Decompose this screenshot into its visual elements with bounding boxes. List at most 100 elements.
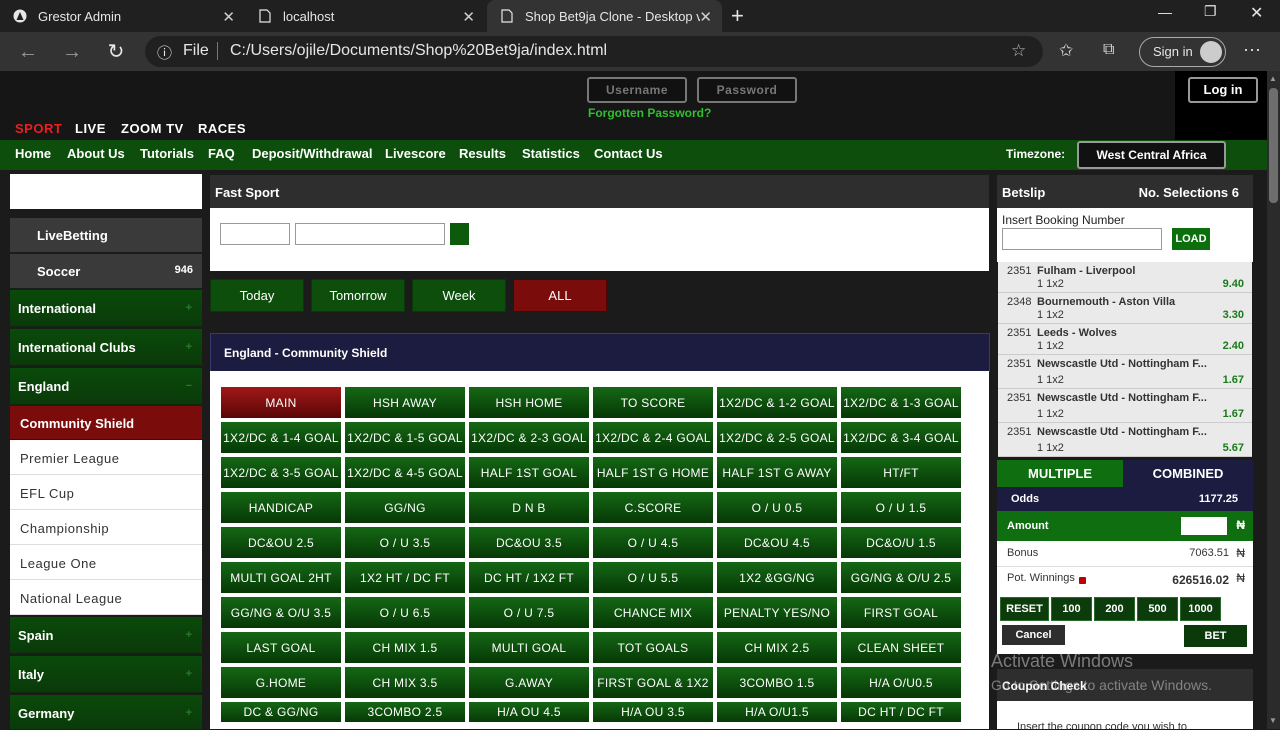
sidebar-league-community-shield[interactable]: Community Shield <box>10 406 202 439</box>
market-button[interactable]: HALF 1ST G AWAY <box>716 456 838 489</box>
info-badge-icon[interactable] <box>1079 577 1086 584</box>
market-button[interactable]: FIRST GOAL <box>840 596 962 629</box>
market-button[interactable]: G.HOME <box>220 666 342 699</box>
sidebar-soccer[interactable]: Soccer 946 <box>10 254 202 288</box>
fast-event-id-input[interactable] <box>220 223 290 245</box>
market-button[interactable]: H/A O/U1.5 <box>716 701 838 723</box>
nav-results[interactable]: Results <box>459 146 506 161</box>
market-button[interactable]: HT/FT <box>840 456 962 489</box>
market-button[interactable]: 3COMBO 1.5 <box>716 666 838 699</box>
market-button[interactable]: 1X2/DC & 2-4 GOAL <box>592 421 714 454</box>
nav-home[interactable]: Home <box>15 146 51 161</box>
timezone-select[interactable]: West Central Africa <box>1077 141 1226 169</box>
amount-input[interactable] <box>1181 517 1227 535</box>
betslip-selection[interactable]: 2351 Newscastle Utd - Nottingham F... 1 1x… <box>998 423 1252 457</box>
sidebar-league-efl-cup[interactable]: EFL Cup <box>10 475 202 510</box>
nav-statistics[interactable]: Statistics <box>522 146 580 161</box>
market-button[interactable]: GG/NG & O/U 2.5 <box>840 561 962 594</box>
market-button[interactable]: O / U 0.5 <box>716 491 838 524</box>
market-button[interactable]: 1X2/DC & 4-5 GOAL <box>344 456 466 489</box>
betslip-selection[interactable]: 2348 Bournemouth - Aston Villa 1 1x2 3.30 <box>998 293 1252 324</box>
market-button[interactable]: 1X2/DC & 3-4 GOAL <box>840 421 962 454</box>
market-button[interactable]: H/A OU 4.5 <box>468 701 590 723</box>
nav-faq[interactable]: FAQ <box>208 146 235 161</box>
filter-all-button[interactable]: ALL <box>513 279 607 312</box>
tab-multiple[interactable]: MULTIPLE <box>997 460 1123 487</box>
scroll-down-icon[interactable]: ▼ <box>1269 716 1277 725</box>
market-button[interactable]: O / U 5.5 <box>592 561 714 594</box>
market-button[interactable]: O / U 1.5 <box>840 491 962 524</box>
booking-number-input[interactable] <box>1002 228 1162 250</box>
market-button[interactable]: DC & GG/NG <box>220 701 342 723</box>
betslip-selection[interactable]: 2351 Fulham - Liverpool 1 1x2 9.40 <box>998 262 1252 293</box>
collections-icon[interactable]: ⧉ <box>1103 41 1114 59</box>
filter-today-button[interactable]: Today <box>210 279 304 312</box>
more-menu-icon[interactable]: ⋯ <box>1243 40 1261 61</box>
market-button[interactable]: 1X2/DC & 2-3 GOAL <box>468 421 590 454</box>
nav-contact-us[interactable]: Contact Us <box>594 146 663 161</box>
market-button[interactable]: TOT GOALS <box>592 631 714 664</box>
restore-icon[interactable]: ❐ <box>1204 3 1217 20</box>
browser-tab[interactable]: localhost ✕ <box>245 0 485 32</box>
market-button[interactable]: DC&OU 2.5 <box>220 526 342 559</box>
market-button[interactable]: DC&O/U 1.5 <box>840 526 962 559</box>
close-tab-icon[interactable]: ✕ <box>699 8 712 26</box>
load-button[interactable]: LOAD <box>1172 228 1210 250</box>
scrollbar-thumb[interactable] <box>1269 88 1278 203</box>
browser-tab[interactable]: Grestor Admin ✕ <box>0 0 245 32</box>
market-button[interactable]: TO SCORE <box>592 386 714 419</box>
market-button[interactable]: 1X2/DC & 1-4 GOAL <box>220 421 342 454</box>
sidebar-group-england[interactable]: England − <box>10 368 202 405</box>
sidebar-group-germany[interactable]: Germany + <box>10 695 202 730</box>
username-input[interactable]: Username <box>587 77 687 103</box>
forgot-password-link[interactable]: Forgotten Password? <box>588 106 711 120</box>
market-button[interactable]: MULTI GOAL 2HT <box>220 561 342 594</box>
sidebar-league-premier-league[interactable]: Premier League <box>10 440 202 475</box>
market-button[interactable]: CLEAN SHEET <box>840 631 962 664</box>
back-icon[interactable]: ← <box>16 40 40 64</box>
market-button[interactable]: HANDICAP <box>220 491 342 524</box>
sign-in-button[interactable]: Sign in <box>1139 37 1226 67</box>
url-text[interactable]: C:/Users/ojile/Documents/Shop%20Bet9ja/i… <box>230 42 607 60</box>
stake-1000-button[interactable]: 1000 <box>1180 597 1221 621</box>
market-button[interactable]: O / U 3.5 <box>344 526 466 559</box>
market-button[interactable]: O / U 7.5 <box>468 596 590 629</box>
tab-combined[interactable]: COMBINED <box>1123 460 1253 487</box>
sidebar-group-italy[interactable]: Italy + <box>10 656 202 693</box>
market-button[interactable]: O / U 6.5 <box>344 596 466 629</box>
market-button[interactable]: GG/NG <box>344 491 466 524</box>
market-button[interactable]: 1X2/DC & 3-5 GOAL <box>220 456 342 489</box>
fast-code-input[interactable] <box>295 223 445 245</box>
stake-500-button[interactable]: 500 <box>1137 597 1178 621</box>
market-button[interactable]: MAIN <box>220 386 342 419</box>
sidebar-search-input[interactable] <box>10 174 202 209</box>
close-tab-icon[interactable]: ✕ <box>222 8 235 26</box>
market-button[interactable]: H/A O/U0.5 <box>840 666 962 699</box>
market-button[interactable]: CH MIX 2.5 <box>716 631 838 664</box>
nav-tutorials[interactable]: Tutorials <box>140 146 194 161</box>
favorite-star-icon[interactable]: ☆ <box>1011 41 1026 61</box>
market-button[interactable]: DC&OU 3.5 <box>468 526 590 559</box>
market-button[interactable]: G.AWAY <box>468 666 590 699</box>
new-tab-icon[interactable]: + <box>731 3 744 29</box>
info-icon[interactable]: ⓘ <box>157 42 172 63</box>
market-button[interactable]: MULTI GOAL <box>468 631 590 664</box>
sidebar-group-international[interactable]: International + <box>10 290 202 327</box>
sidebar-group-international-clubs[interactable]: International Clubs + <box>10 329 202 366</box>
market-button[interactable]: CH MIX 3.5 <box>344 666 466 699</box>
fast-go-button[interactable] <box>450 223 469 245</box>
market-button[interactable]: GG/NG & O/U 3.5 <box>220 596 342 629</box>
market-button[interactable]: 1X2 &GG/NG <box>716 561 838 594</box>
nav-deposit-withdrawal[interactable]: Deposit/Withdrawal <box>252 146 373 161</box>
filter-tomorrow-button[interactable]: Tomorrow <box>311 279 405 312</box>
stake-100-button[interactable]: 100 <box>1051 597 1092 621</box>
market-button[interactable]: 3COMBO 2.5 <box>344 701 466 723</box>
market-button[interactable]: CH MIX 1.5 <box>344 631 466 664</box>
market-button[interactable]: DC HT / DC FT <box>840 701 962 723</box>
market-button[interactable]: 1X2/DC & 1-3 GOAL <box>840 386 962 419</box>
market-button[interactable]: 1X2/DC & 2-5 GOAL <box>716 421 838 454</box>
nav-about-us[interactable]: About Us <box>67 146 125 161</box>
close-window-icon[interactable]: ✕ <box>1250 3 1263 23</box>
place-bet-button[interactable]: BET <box>1184 625 1247 647</box>
close-tab-icon[interactable]: ✕ <box>462 8 475 26</box>
